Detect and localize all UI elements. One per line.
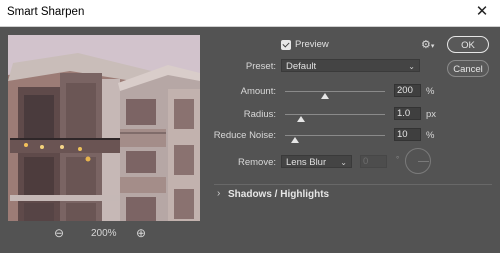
- close-icon[interactable]: ✕: [472, 2, 492, 22]
- reduce-noise-slider-thumb[interactable]: [291, 137, 299, 143]
- dialog-title: Smart Sharpen: [7, 6, 85, 18]
- preset-value: Default: [286, 61, 317, 72]
- building-preview-image: [8, 35, 200, 221]
- smart-sharpen-dialog: Smart Sharpen ✕ ⊖ 200% ⊕ Preview ⚙▾ OK C…: [0, 0, 500, 253]
- amount-slider-thumb[interactable]: [321, 93, 329, 99]
- zoom-controls: ⊖ 200% ⊕: [54, 226, 164, 242]
- radius-unit: px: [426, 109, 437, 120]
- chevron-down-icon: ⌄: [408, 62, 415, 71]
- angle-unit: °: [396, 155, 400, 164]
- angle-input: 0: [360, 155, 387, 168]
- cancel-button[interactable]: Cancel: [447, 60, 489, 77]
- angle-dial: [405, 148, 431, 174]
- amount-unit: %: [426, 86, 435, 97]
- amount-label: Amount:: [240, 86, 276, 97]
- remove-select[interactable]: Lens Blur ⌄: [281, 155, 352, 168]
- section-divider: [214, 184, 492, 185]
- reduce-noise-input[interactable]: 10: [394, 128, 421, 141]
- zoom-level: 200%: [91, 228, 117, 239]
- preset-label: Preset:: [245, 61, 276, 72]
- chevron-down-icon: ⌄: [340, 158, 347, 167]
- radius-slider-thumb[interactable]: [297, 116, 305, 122]
- zoom-in-icon[interactable]: ⊕: [136, 226, 146, 240]
- preview-image[interactable]: [8, 35, 200, 221]
- gear-icon[interactable]: ⚙▾: [421, 38, 434, 51]
- radius-label: Radius:: [243, 109, 276, 120]
- reduce-noise-unit: %: [426, 130, 435, 141]
- radius-slider-track[interactable]: [285, 114, 385, 115]
- shadows-highlights-toggle[interactable]: Shadows / Highlights: [228, 189, 329, 200]
- chevron-right-icon[interactable]: ›: [217, 188, 220, 199]
- preview-checkbox[interactable]: [281, 40, 291, 50]
- remove-value: Lens Blur: [286, 157, 327, 168]
- radius-input[interactable]: 1.0: [394, 107, 421, 120]
- amount-slider-track[interactable]: [285, 91, 385, 92]
- reduce-noise-slider-track[interactable]: [285, 135, 385, 136]
- ok-button[interactable]: OK: [447, 36, 489, 53]
- preset-select[interactable]: Default ⌄: [281, 59, 420, 72]
- reduce-noise-label: Reduce Noise:: [213, 130, 276, 141]
- preview-checkbox-label[interactable]: Preview: [295, 39, 329, 50]
- zoom-out-icon[interactable]: ⊖: [54, 226, 64, 240]
- title-bar: Smart Sharpen ✕: [0, 0, 500, 27]
- remove-label: Remove:: [237, 157, 276, 168]
- amount-input[interactable]: 200: [394, 84, 421, 97]
